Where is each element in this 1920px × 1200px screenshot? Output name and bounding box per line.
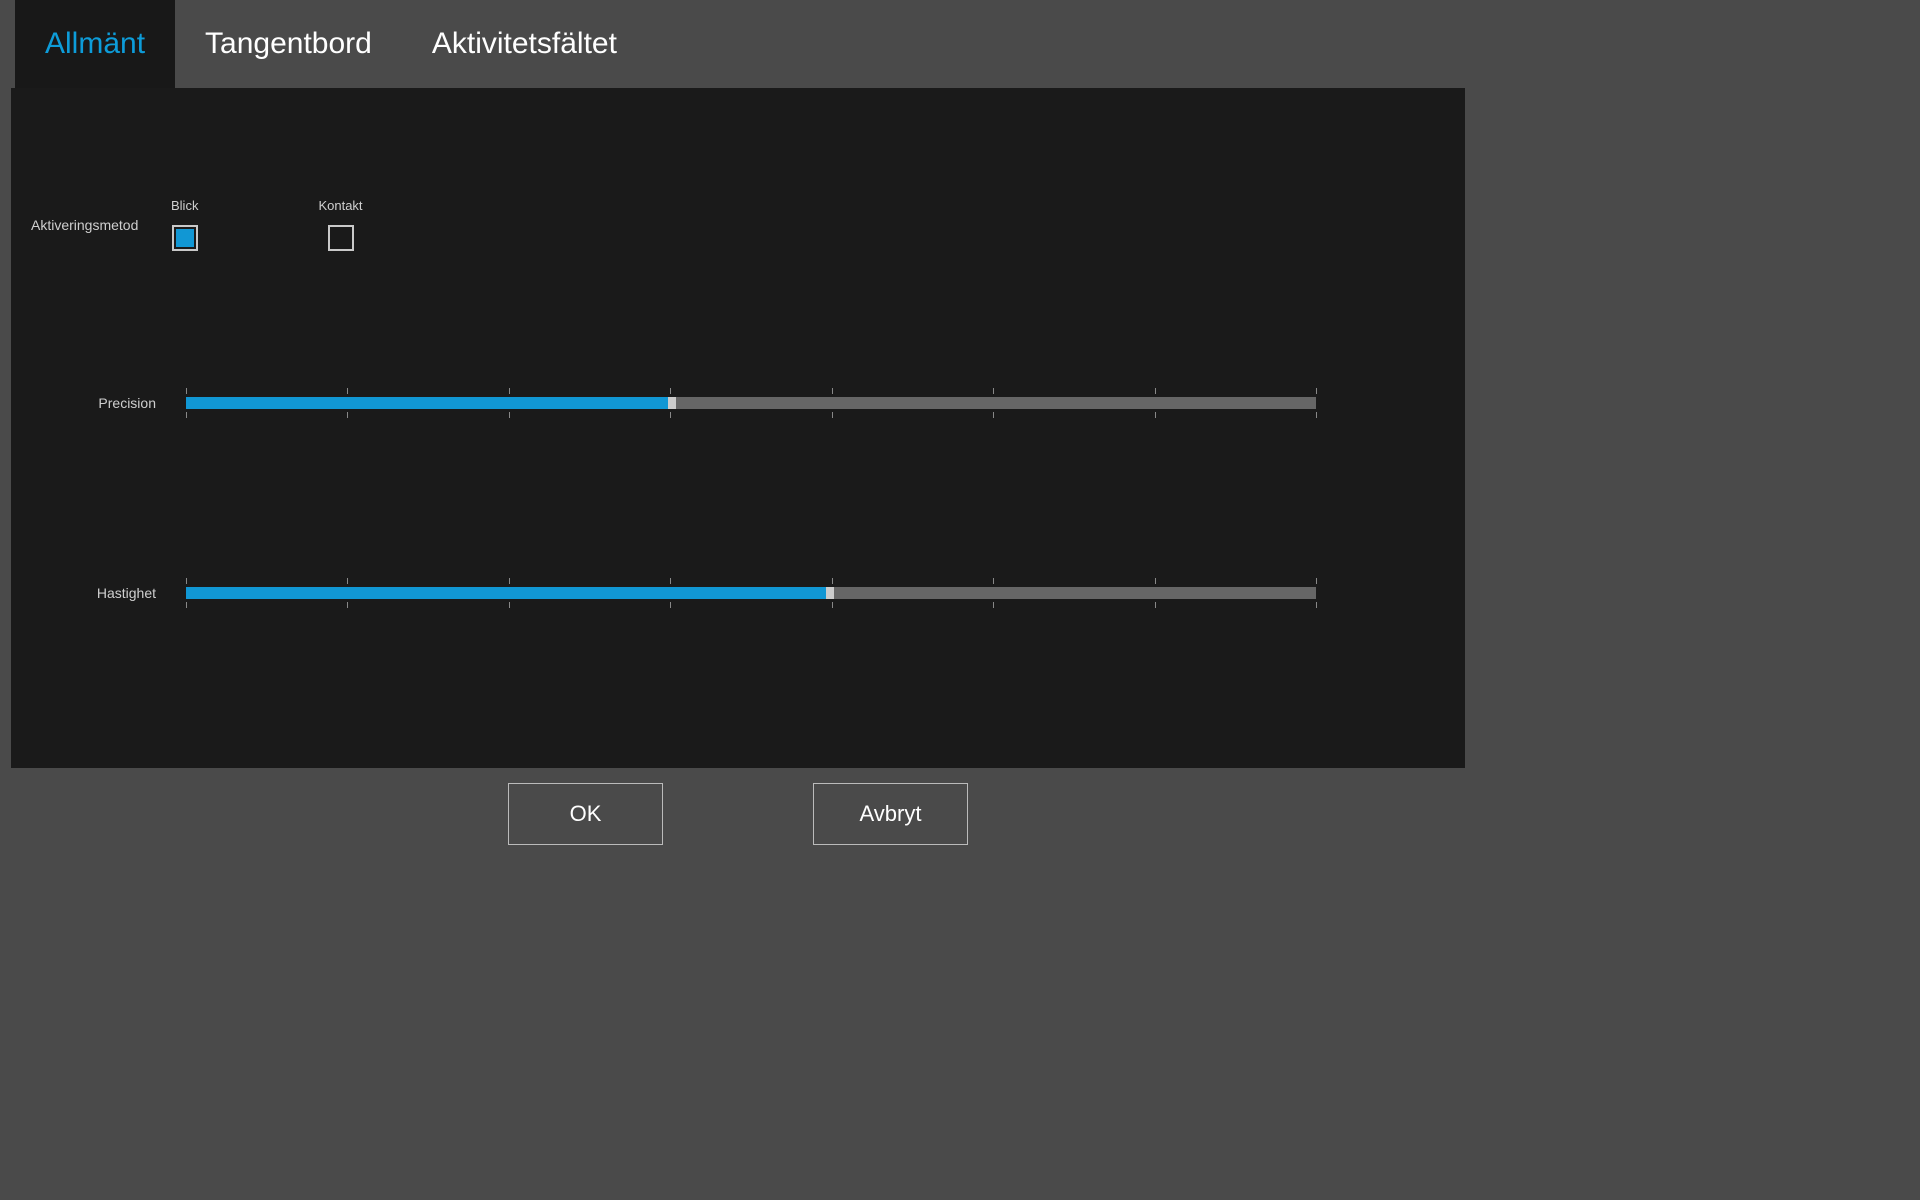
precision-slider-container — [186, 383, 1316, 423]
content-panel: Aktiveringsmetod Blick Kontakt Precision… — [11, 88, 1465, 768]
precision-row: Precision — [31, 383, 1316, 423]
activation-row: Aktiveringsmetod Blick Kontakt — [31, 198, 363, 251]
tab-activity-field[interactable]: Aktivitetsfältet — [402, 0, 647, 88]
speed-slider[interactable] — [186, 587, 1316, 599]
radio-option-blick: Blick — [171, 198, 198, 251]
radio-box-blick[interactable] — [172, 225, 198, 251]
speed-slider-container — [186, 573, 1316, 613]
radio-label-kontakt: Kontakt — [318, 198, 362, 213]
radio-label-blick: Blick — [171, 198, 198, 213]
ok-button[interactable]: OK — [508, 783, 663, 845]
tabs-container: Allmänt Tangentbord Aktivitetsfältet — [0, 0, 1476, 88]
activation-label: Aktiveringsmetod — [31, 217, 171, 233]
radio-option-kontakt: Kontakt — [318, 198, 362, 251]
precision-slider-fill — [186, 397, 672, 409]
precision-slider-thumb[interactable] — [668, 397, 676, 409]
cancel-button[interactable]: Avbryt — [813, 783, 968, 845]
tab-keyboard[interactable]: Tangentbord — [175, 0, 402, 88]
precision-slider[interactable] — [186, 397, 1316, 409]
footer: OK Avbryt — [0, 783, 1476, 845]
activation-radio-group: Blick Kontakt — [171, 198, 363, 251]
speed-row: Hastighet — [31, 573, 1316, 613]
precision-label: Precision — [31, 395, 186, 411]
speed-slider-thumb[interactable] — [826, 587, 834, 599]
speed-label: Hastighet — [31, 585, 186, 601]
radio-box-kontakt[interactable] — [328, 225, 354, 251]
tab-general[interactable]: Allmänt — [15, 0, 175, 88]
speed-slider-fill — [186, 587, 830, 599]
